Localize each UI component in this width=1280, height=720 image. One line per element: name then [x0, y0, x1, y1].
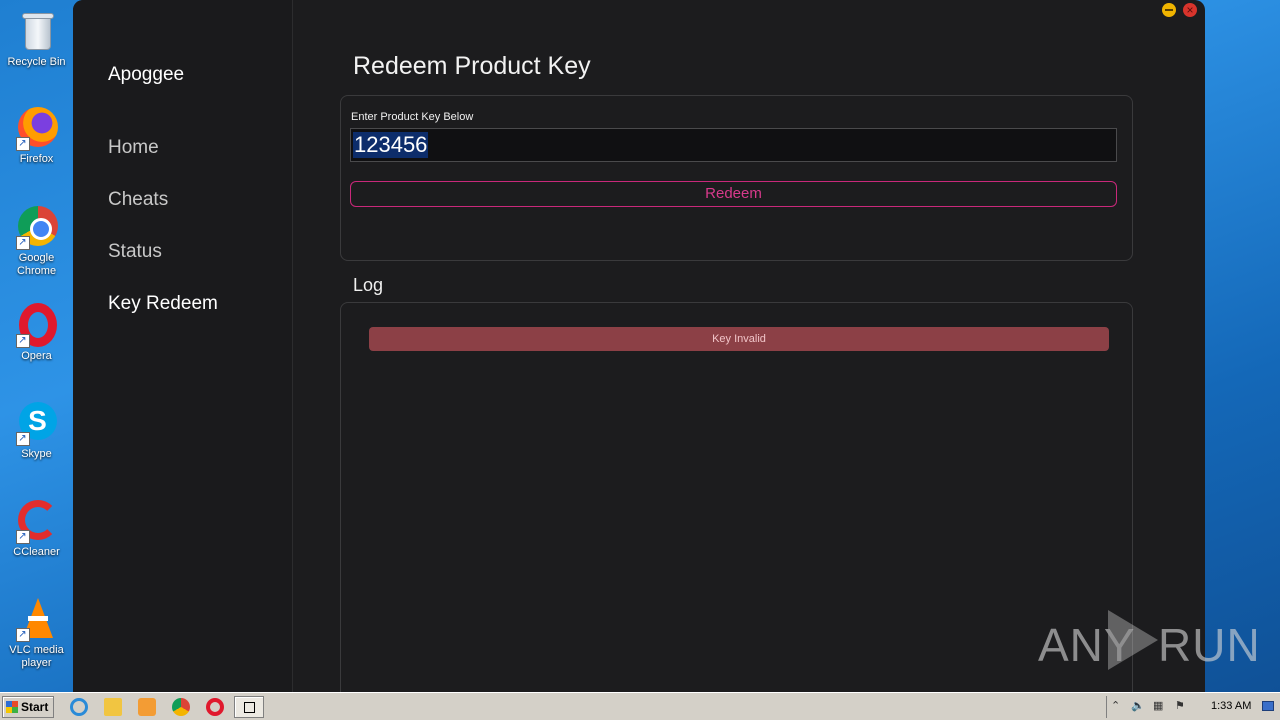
redeem-card: Enter Product Key Below 123456 Redeem [340, 95, 1133, 261]
firefox-icon: ↗ [14, 105, 60, 151]
shortcut-arrow-icon: ↗ [15, 236, 30, 250]
desktop-icon-label: Recycle Bin [7, 56, 66, 68]
app-window: Apoggee Home Cheats Status Key Redeem × … [73, 0, 1205, 692]
chrome-icon[interactable] [172, 698, 190, 716]
show-desktop-button[interactable] [1262, 701, 1274, 711]
desktop-icon-label: CCleaner [13, 546, 60, 558]
desktop-icon-label: Skype [21, 448, 52, 460]
recycle-bin-icon [14, 8, 60, 54]
network-icon[interactable]: ▦ [1153, 700, 1165, 712]
skype-icon: S ↗ [14, 400, 60, 446]
redeem-button[interactable]: Redeem [350, 181, 1117, 207]
desktop-icon-label: Firefox [19, 153, 54, 165]
desktop-icon-label: Opera [21, 350, 52, 362]
desktop-icon-label: Google Chrome [16, 252, 57, 277]
media-player-icon[interactable] [138, 698, 156, 716]
anyrun-watermark: ANY RUN [1038, 608, 1260, 674]
shortcut-arrow-icon: ↗ [15, 530, 30, 544]
app-brand: Apoggee [108, 64, 185, 85]
opera-icon: ↗ [14, 302, 60, 348]
shortcut-arrow-icon: ↗ [15, 334, 30, 348]
product-key-value: 123456 [353, 132, 429, 158]
watermark-text-right: RUN [1158, 619, 1261, 671]
shortcut-arrow-icon: ↗ [15, 432, 30, 446]
close-icon: × [1186, 3, 1194, 17]
nav-item-status[interactable]: Status [108, 241, 162, 263]
system-tray: ⌃ 🔈 ▦ ⚑ 1:33 AM [1106, 696, 1256, 718]
desktop-icon-label: VLC media player [9, 644, 64, 669]
play-logo-icon [1108, 610, 1158, 670]
log-panel: Key Invalid [340, 302, 1133, 692]
chevron-up-icon[interactable]: ⌃ [1111, 700, 1123, 712]
ie-icon[interactable] [70, 698, 88, 716]
chrome-icon: ↗ [14, 204, 60, 250]
nav-item-cheats[interactable]: Cheats [108, 189, 168, 211]
clock[interactable]: 1:33 AM [1211, 700, 1251, 712]
app-window-icon[interactable] [234, 696, 264, 718]
shortcut-arrow-icon: ↗ [15, 628, 30, 642]
log-entry-error: Key Invalid [369, 327, 1109, 351]
vlc-icon: ↗ [14, 596, 60, 642]
ccleaner-icon: ↗ [14, 498, 60, 544]
product-key-label: Enter Product Key Below [351, 111, 474, 123]
start-label: Start [21, 700, 49, 714]
minimize-button[interactable] [1162, 3, 1176, 17]
windows-logo-icon [6, 701, 18, 713]
opera-icon[interactable] [206, 698, 224, 716]
desktop-icon-opera[interactable]: ↗ Opera [0, 302, 73, 363]
taskbar: Start ⌃ 🔈 ▦ ⚑ 1:33 AM [0, 692, 1280, 720]
desktop-icon-ccleaner[interactable]: ↗ CCleaner [0, 498, 73, 559]
desktop-icon-firefox[interactable]: ↗ Firefox [0, 105, 73, 166]
desktop-icon-skype[interactable]: S ↗ Skype [0, 400, 73, 461]
close-button[interactable]: × [1183, 3, 1197, 17]
log-title: Log [353, 275, 384, 295]
desktop-icons: Recycle Bin ↗ Firefox ↗ Google Chrome ↗ … [0, 0, 73, 692]
desktop-icon-vlc[interactable]: ↗ VLC media player [0, 596, 73, 670]
desktop-icon-recycle-bin[interactable]: Recycle Bin [0, 8, 73, 69]
shortcut-arrow-icon: ↗ [15, 137, 30, 151]
flag-icon[interactable]: ⚑ [1175, 700, 1187, 712]
folder-icon[interactable] [104, 698, 122, 716]
desktop-icon-chrome[interactable]: ↗ Google Chrome [0, 204, 73, 278]
sidebar: Apoggee Home Cheats Status Key Redeem [73, 0, 293, 692]
start-button[interactable]: Start [2, 696, 54, 718]
nav-item-home[interactable]: Home [108, 137, 159, 159]
product-key-input[interactable]: 123456 [350, 128, 1117, 162]
nav-item-key-redeem[interactable]: Key Redeem [108, 293, 218, 315]
page-title: Redeem Product Key [353, 52, 591, 80]
speaker-icon[interactable]: 🔈 [1131, 700, 1145, 712]
